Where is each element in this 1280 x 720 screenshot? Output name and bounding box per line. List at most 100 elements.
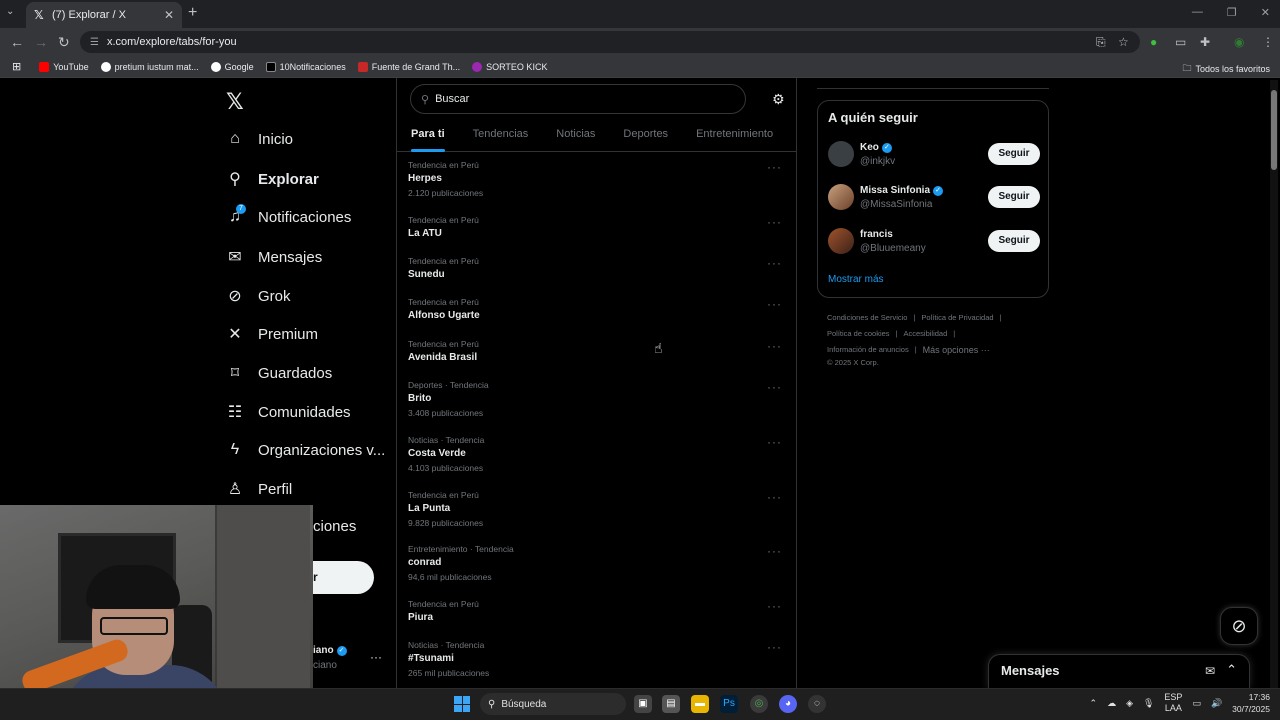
apps-grid-icon[interactable]: ⊞ — [12, 60, 21, 73]
tab-para-ti[interactable]: Para ti — [397, 120, 459, 152]
task-view-icon[interactable]: ▣ — [634, 695, 652, 713]
maximize-icon[interactable]: ❐ — [1227, 6, 1237, 19]
trend-item[interactable]: Tendencia en Perú La ATU ··· — [408, 215, 788, 239]
taskbar-search[interactable]: ⚲ Búsqueda — [480, 693, 626, 715]
scrollbar-track[interactable] — [1270, 80, 1278, 688]
trend-item[interactable]: Tendencia en Perú La Punta 9.828 publicaci… — [408, 490, 788, 528]
avatar[interactable] — [828, 141, 854, 167]
footer-link[interactable]: Política de cookies — [827, 329, 890, 338]
taskbar-app-icon[interactable]: ◌ — [808, 695, 826, 713]
network-icon[interactable]: ▭ — [1192, 698, 1201, 709]
site-info-icon[interactable]: ☰ — [90, 37, 99, 48]
chrome-icon[interactable]: ◎ — [750, 695, 768, 713]
bookmark-youtube[interactable]: YouTube — [39, 61, 89, 72]
bookmark-pretium[interactable]: pretium iustum mat... — [100, 61, 199, 72]
more-options-icon[interactable]: ··· — [767, 435, 782, 449]
grok-fab-icon[interactable]: ⊘ — [1220, 607, 1258, 645]
address-bar[interactable]: ☰ x.com/explore/tabs/for-you — [80, 31, 1140, 53]
avatar[interactable] — [828, 228, 854, 254]
show-more-link[interactable]: Mostrar más — [828, 274, 884, 285]
scrollbar-thumb[interactable] — [1271, 90, 1277, 170]
footer-link[interactable]: Política de Privacidad — [921, 313, 993, 322]
settings-gear-icon[interactable]: ⚙ — [772, 91, 785, 108]
window-close-icon[interactable]: ✕ — [1261, 6, 1270, 19]
back-icon[interactable]: ← — [10, 34, 24, 50]
trend-item[interactable]: Entretenimiento · Tendencia conrad 94,6 mi… — [408, 544, 788, 582]
browser-tab[interactable]: 𝕏 (7) Explorar / X ✕ — [26, 2, 182, 28]
post-button[interactable]: r — [313, 561, 374, 594]
avatar[interactable] — [828, 184, 854, 210]
tray-app-icon[interactable]: ◈ — [1126, 698, 1133, 709]
volume-icon[interactable]: 🔊 — [1211, 698, 1222, 709]
nav-inicio[interactable]: ⌂ Inicio — [226, 130, 293, 148]
nav-premium[interactable]: ✕ Premium — [226, 324, 318, 344]
footer-link[interactable]: Accesibilidad — [904, 329, 948, 338]
photoshop-icon[interactable]: Ps — [720, 695, 738, 713]
nav-guardados[interactable]: ⌑ Guardados — [226, 363, 332, 383]
footer-link[interactable]: Información de anuncios — [827, 345, 909, 355]
follow-suggestion[interactable]: francis @Bluuemeany Seguir — [828, 228, 1040, 258]
trend-item[interactable]: Tendencia en Perú Piura ··· — [408, 599, 788, 623]
more-options-icon[interactable]: ··· — [767, 490, 782, 504]
tab-noticias[interactable]: Noticias — [542, 120, 609, 151]
taskbar-app-icon[interactable]: ▤ — [662, 695, 680, 713]
more-options-icon[interactable]: ··· — [767, 215, 782, 229]
chrome-menu-icon[interactable]: ⋮ — [1262, 35, 1274, 49]
bookmark-notificaciones[interactable]: 10Notificaciones — [265, 61, 346, 72]
trend-item[interactable]: Deportes · Tendencia Brito 3.408 publicaci… — [408, 380, 788, 418]
all-bookmarks[interactable]: 🗀 Todos los favoritos — [1182, 61, 1270, 77]
trend-item[interactable]: Noticias · Tendencia Costa Verde 4.103 pub… — [408, 435, 788, 473]
messages-drawer[interactable]: Mensajes ✉ ⌃ — [988, 654, 1250, 688]
tray-overflow-icon[interactable]: ⌃ — [1090, 698, 1098, 709]
nav-more-options[interactable]: ciones — [313, 518, 356, 535]
bookmark-fuente[interactable]: Fuente de Grand Th... — [357, 61, 460, 72]
nav-mensajes[interactable]: ✉ Mensajes — [226, 247, 322, 267]
follow-button[interactable]: Seguir — [988, 143, 1040, 165]
new-tab-icon[interactable]: + — [188, 4, 197, 22]
discord-icon[interactable]: ◕ — [779, 695, 797, 713]
trend-item[interactable]: Noticias · Tendencia #Tsunami 265 mil publ… — [408, 640, 788, 678]
nav-explorar[interactable]: ⚲ Explorar — [226, 169, 319, 189]
extension-icon[interactable]: ▭ — [1175, 35, 1186, 49]
reload-icon[interactable]: ↻ — [58, 34, 70, 51]
more-options-icon[interactable]: ··· — [767, 599, 782, 613]
nav-organizaciones[interactable]: ϟ Organizaciones v... — [226, 441, 386, 459]
tab-deportes[interactable]: Deportes — [609, 120, 682, 151]
clock[interactable]: 17:36 30/7/2025 — [1232, 691, 1270, 715]
extensions-puzzle-icon[interactable]: ✚ — [1200, 35, 1210, 49]
expand-icon[interactable]: ⌃ — [1226, 662, 1237, 678]
extension-green-icon[interactable]: ● — [1150, 35, 1157, 49]
footer-more-options[interactable]: Más opciones ··· — [923, 345, 990, 355]
windows-start-icon[interactable] — [454, 696, 470, 712]
follow-button[interactable]: Seguir — [988, 186, 1040, 208]
follow-suggestion[interactable]: Keo ✓ @inkjkv Seguir — [828, 141, 1040, 171]
follow-suggestion[interactable]: Missa Sinfonia ✓ @MissaSinfonia Seguir — [828, 184, 1040, 214]
profile-avatar-icon[interactable]: ◉ — [1234, 35, 1244, 49]
microphone-icon[interactable]: 🎙 — [1143, 698, 1154, 709]
more-options-icon[interactable]: ··· — [767, 256, 782, 270]
account-more-icon[interactable]: ··· — [370, 650, 382, 664]
follow-button[interactable]: Seguir — [988, 230, 1040, 252]
tab-entretenimiento[interactable]: Entretenimiento — [682, 120, 773, 151]
tab-tendencias[interactable]: Tendencias — [459, 120, 543, 151]
bookmark-sorteo-kick[interactable]: SORTEO KICK — [472, 61, 547, 72]
language-indicator[interactable]: ESP LAA — [1164, 692, 1182, 714]
nav-perfil[interactable]: ♙ Perfil — [226, 479, 292, 499]
search-input[interactable]: ⚲ Buscar — [410, 84, 746, 114]
bookmark-star-icon[interactable]: ☆ — [1118, 35, 1129, 49]
trend-item[interactable]: Tendencia en Perú Avenida Brasil ··· — [408, 339, 788, 363]
more-options-icon[interactable]: ··· — [767, 544, 782, 558]
onedrive-icon[interactable]: ☁ — [1107, 698, 1116, 709]
bookmark-google[interactable]: Google — [210, 61, 254, 72]
nav-grok[interactable]: ⊘ Grok — [226, 286, 290, 306]
more-options-icon[interactable]: ··· — [767, 297, 782, 311]
more-options-icon[interactable]: ··· — [767, 640, 782, 654]
nav-comunidades[interactable]: ☷ Comunidades — [226, 402, 351, 422]
footer-link[interactable]: Condiciones de Servicio — [827, 313, 907, 322]
trend-item[interactable]: Tendencia en Perú Herpes 2.120 publicacion… — [408, 160, 788, 198]
forward-icon[interactable]: → — [34, 34, 48, 50]
file-explorer-icon[interactable]: ▬ — [691, 695, 709, 713]
tab-close-icon[interactable]: ✕ — [164, 8, 174, 22]
trend-item[interactable]: Tendencia en Perú Sunedu ··· — [408, 256, 788, 280]
more-options-icon[interactable]: ··· — [767, 380, 782, 394]
